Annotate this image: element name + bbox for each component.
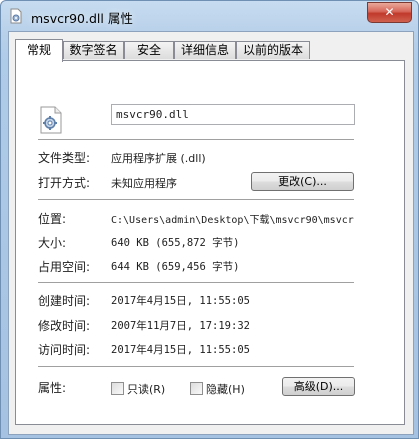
attributes-label: 属性: (38, 381, 67, 395)
size-on-disk-label: 占用空间: (38, 260, 91, 274)
location-label: 位置: (38, 212, 67, 226)
hidden-checkbox[interactable]: 隐藏(H) (190, 381, 245, 397)
modified-label: 修改时间: (38, 319, 91, 333)
dll-file-icon (8, 8, 24, 24)
advanced-button[interactable]: 高级(D)... (282, 377, 355, 396)
dll-settings-icon (38, 106, 64, 137)
separator (38, 366, 354, 367)
dialog-body: 常规 数字签名 安全 详细信息 以前的版本 msvcr90.dll 文件类型: … (8, 31, 414, 435)
accessed-label: 访问时间: (38, 343, 91, 357)
change-button[interactable]: 更改(C)... (251, 172, 354, 191)
created-value: 2017年4月15日, 11:55:05 (111, 295, 250, 307)
separator (38, 199, 354, 200)
general-panel: msvcr90.dll 文件类型: 应用程序扩展 (.dll) 打开方式: 未知… (15, 60, 405, 425)
checkbox-box[interactable] (111, 382, 124, 395)
location-value: C:\Users\admin\Desktop\下载\msvcr90\msvcr (111, 215, 354, 226)
checkbox-box[interactable] (190, 382, 203, 395)
tab-previous-versions[interactable]: 以前的版本 (236, 41, 310, 59)
tab-security[interactable]: 安全 (124, 41, 174, 59)
readonly-checkbox[interactable]: 只读(R) (111, 381, 165, 397)
tab-digital-signatures[interactable]: 数字签名 (63, 41, 124, 59)
title-bar[interactable]: msvcr90.dll 属性 ✕ (1, 1, 418, 31)
file-type-value: 应用程序扩展 (.dll) (111, 152, 206, 165)
open-with-value: 未知应用程序 (111, 177, 177, 190)
separator (38, 282, 354, 283)
close-icon: ✕ (384, 5, 395, 19)
file-type-label: 文件类型: (38, 151, 91, 165)
modified-value: 2007年11月7日, 17:19:32 (111, 320, 250, 332)
window-title: msvcr90.dll 属性 (31, 11, 133, 26)
accessed-value: 2017年4月15日, 11:55:05 (111, 344, 250, 356)
tab-details[interactable]: 详细信息 (174, 41, 236, 59)
tab-general[interactable]: 常规 (15, 39, 63, 62)
size-on-disk-value: 644 KB (659,456 字节) (111, 261, 240, 273)
open-with-label: 打开方式: (38, 176, 91, 190)
properties-window: msvcr90.dll 属性 ✕ 常规 数字签名 安全 详细信息 以前的版本 m… (0, 0, 419, 439)
size-label: 大小: (38, 236, 67, 250)
separator (38, 139, 354, 140)
readonly-label: 只读(R) (127, 383, 166, 396)
hidden-label: 隐藏(H) (206, 383, 245, 396)
file-name-input[interactable]: msvcr90.dll (111, 104, 355, 125)
created-label: 创建时间: (38, 294, 91, 308)
close-button[interactable]: ✕ (367, 2, 412, 23)
size-value: 640 KB (655,872 字节) (111, 237, 240, 249)
